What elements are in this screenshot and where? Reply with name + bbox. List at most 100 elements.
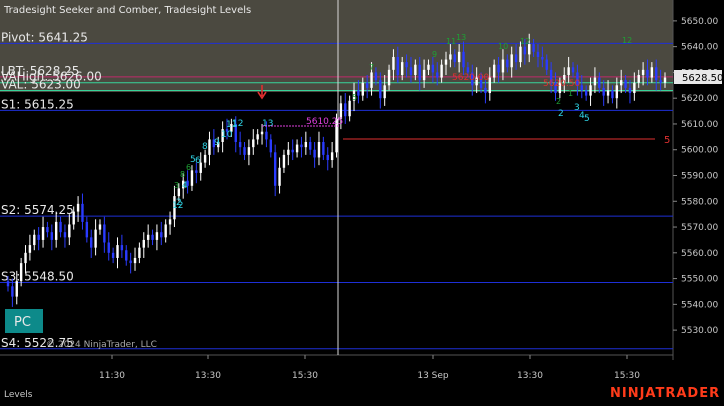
- candle-body: [383, 85, 386, 99]
- candle-body: [440, 64, 443, 78]
- seeker-count-label: 5: [584, 114, 590, 124]
- candle-body: [247, 147, 251, 155]
- x-tick-label: 13 Sep: [417, 371, 449, 381]
- level-label: VAL: 5623.00: [1, 77, 81, 91]
- candle-body: [541, 56, 544, 60]
- y-tick-label: 5540.00: [681, 300, 718, 310]
- candle-body: [295, 144, 299, 153]
- candle-body: [418, 64, 421, 81]
- y-tick-label: 5550.00: [681, 275, 718, 285]
- candle-body: [374, 72, 378, 81]
- candle-body: [392, 56, 395, 70]
- current-price-value: 5628.50: [682, 73, 723, 84]
- candle-body: [269, 139, 272, 153]
- comber-count-label: 1: [568, 89, 573, 98]
- candle-body: [637, 75, 640, 83]
- candle-body: [497, 64, 500, 73]
- red-number-marker: 5: [664, 135, 670, 146]
- candle-body: [146, 234, 150, 240]
- candle-body: [265, 131, 268, 140]
- candle-body: [287, 149, 290, 155]
- candle-body: [422, 69, 426, 81]
- candle-body: [409, 67, 413, 75]
- candle-body: [624, 80, 627, 88]
- candle-body: [370, 72, 373, 88]
- candle-body: [46, 227, 49, 233]
- brand-logo: NINJATRADER: [610, 386, 720, 401]
- candle-body: [357, 90, 360, 96]
- candle-body: [519, 46, 522, 63]
- candle-body: [94, 229, 97, 248]
- candle-body: [628, 87, 632, 94]
- candle-body: [63, 232, 67, 238]
- comber-count-label: 12: [520, 37, 530, 46]
- comber-count-label: 7: [369, 63, 374, 72]
- red-price-label-1: 5620.00: [452, 73, 489, 83]
- candle-body: [641, 69, 645, 75]
- x-tick-label: 13:30: [517, 371, 543, 381]
- candle-body: [252, 139, 255, 148]
- y-tick-label: 5640.00: [681, 43, 718, 53]
- candle-body: [129, 260, 132, 264]
- comber-count-label: 13: [456, 33, 466, 42]
- candle-body: [54, 221, 58, 240]
- candle-body: [348, 100, 351, 117]
- seeker-count-label: 10: [221, 130, 233, 140]
- candle-body: [567, 67, 570, 75]
- comber-count-label: 5: [352, 93, 357, 102]
- candle-body: [304, 142, 308, 148]
- candle-body: [484, 87, 487, 94]
- candle-body: [317, 142, 321, 158]
- red-price-label-2: 5620.50: [543, 79, 580, 89]
- candle-body: [138, 247, 141, 258]
- x-tick-label: 13:30: [195, 371, 221, 381]
- comber-count-label: 10: [498, 42, 508, 51]
- pc-label: PC: [14, 315, 31, 330]
- candle-body: [453, 54, 456, 63]
- candle-body: [6, 281, 10, 287]
- chart-title: Tradesight Seeker and Comber, Tradesight…: [3, 5, 251, 16]
- price-chart[interactable]: Pivot: 5641.25LBT: 5628.25VAHigh: 5626.0…: [0, 0, 724, 402]
- candle-body: [536, 51, 540, 57]
- y-tick-label: 5560.00: [681, 249, 718, 259]
- candle-body: [615, 85, 619, 99]
- candle-body: [466, 67, 470, 73]
- candle-body: [291, 149, 294, 153]
- candle-body: [168, 219, 172, 225]
- candle-body: [602, 87, 605, 96]
- y-tick-label: 5610.00: [681, 120, 718, 130]
- candle-body: [24, 252, 27, 264]
- candle-body: [584, 90, 588, 96]
- candle-body: [103, 224, 106, 243]
- candle-body: [260, 131, 264, 135]
- x-tick-label: 15:30: [614, 371, 640, 381]
- seeker-count-label: 2: [558, 109, 564, 119]
- candle-body: [190, 170, 194, 186]
- candle-body: [164, 224, 167, 238]
- candle-body: [133, 257, 137, 264]
- candle-body: [326, 154, 329, 161]
- seeker-count-label: 2: [176, 198, 182, 208]
- levels-tab[interactable]: Levels: [4, 390, 33, 400]
- candle-body: [98, 224, 102, 230]
- candle-body: [457, 51, 461, 63]
- candle-body: [646, 69, 649, 78]
- candle-body: [436, 72, 439, 78]
- candle-body: [107, 242, 110, 253]
- candle-body: [273, 152, 277, 186]
- candle-body: [510, 54, 513, 68]
- candle-body: [160, 232, 163, 238]
- candle-body: [125, 250, 128, 261]
- candle-body: [606, 90, 610, 96]
- y-tick-label: 5650.00: [681, 17, 718, 27]
- candle-body: [532, 44, 535, 52]
- level-label: S1: 5615.25: [1, 97, 74, 111]
- comber-count-label: 2: [556, 97, 561, 106]
- candle-body: [195, 170, 198, 173]
- seeker-count-label: 12: [232, 119, 243, 129]
- comber-count-label: 9: [432, 50, 437, 59]
- candle-body: [449, 54, 452, 60]
- candle-body: [90, 237, 93, 248]
- comber-count-label: 11: [446, 37, 456, 46]
- y-tick-label: 5580.00: [681, 197, 718, 207]
